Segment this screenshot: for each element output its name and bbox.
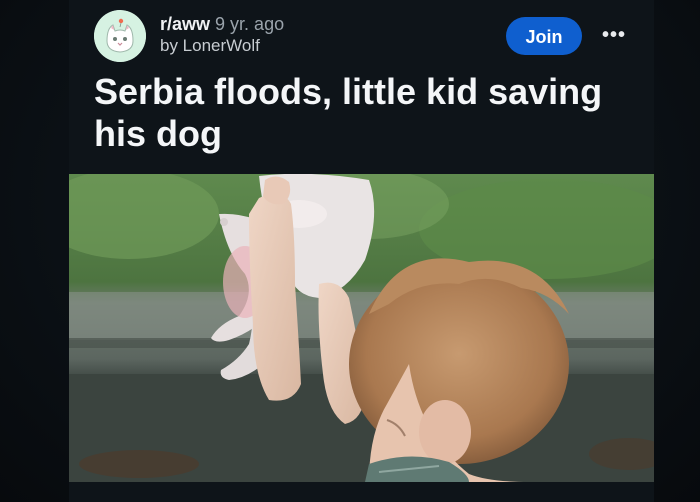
post-card: r/aww 9 yr. ago by LonerWolf Join ••• Se… xyxy=(69,0,654,502)
app-screen: r/aww 9 yr. ago by LonerWolf Join ••• Se… xyxy=(0,0,700,502)
post-footer xyxy=(69,482,654,502)
more-options-icon[interactable]: ••• xyxy=(597,20,631,52)
post-header: r/aww 9 yr. ago by LonerWolf Join ••• xyxy=(69,0,654,68)
join-button[interactable]: Join xyxy=(506,17,582,55)
post-age: 9 yr. ago xyxy=(215,14,285,34)
subreddit-name-link[interactable]: r/aww xyxy=(160,14,210,34)
meta-line: r/aww 9 yr. ago xyxy=(160,13,284,35)
author-line[interactable]: by LonerWolf xyxy=(160,35,284,57)
post-meta: r/aww 9 yr. ago by LonerWolf xyxy=(160,13,284,57)
post-image[interactable] xyxy=(69,174,654,482)
subreddit-avatar-icon[interactable] xyxy=(94,10,146,62)
post-title[interactable]: Serbia floods, little kid saving his dog xyxy=(94,71,639,155)
post-image-illustration xyxy=(69,174,654,482)
